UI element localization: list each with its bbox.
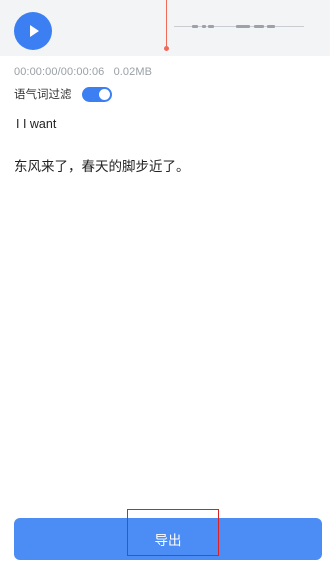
playhead[interactable] xyxy=(166,0,167,48)
export-button-label: 导出 xyxy=(154,533,182,548)
transcript-line: I I want xyxy=(16,117,57,131)
play-icon xyxy=(30,25,39,37)
waveform-segment xyxy=(254,25,264,28)
waveform[interactable] xyxy=(62,0,330,56)
filler-word-filter-toggle[interactable] xyxy=(81,86,112,102)
filler-word-filter-label: 语气词过滤 xyxy=(14,89,72,101)
toggle-knob xyxy=(98,88,110,100)
waveform-segment xyxy=(192,25,198,28)
waveform-segment xyxy=(267,25,275,28)
filler-word-filter-row: 语气词过滤 xyxy=(14,86,112,102)
playhead-handle[interactable] xyxy=(164,46,169,51)
transcript-line: 东风来了，春天的脚步近了。 xyxy=(14,159,190,174)
recording-meta: 00:00:00/00:00:06 0.02MB xyxy=(14,66,152,78)
waveform-segment xyxy=(208,25,214,28)
waveform-segment xyxy=(202,25,206,28)
export-button[interactable]: 导出 xyxy=(14,518,322,560)
recording-time: 00:00:00/00:00:06 xyxy=(14,66,105,78)
recording-size: 0.02MB xyxy=(113,66,153,78)
audio-player-bar xyxy=(0,0,330,56)
waveform-segment xyxy=(236,25,250,28)
page: 00:00:00/00:00:06 0.02MB 语气词过滤 I I want … xyxy=(0,0,330,570)
play-button[interactable] xyxy=(14,12,52,50)
